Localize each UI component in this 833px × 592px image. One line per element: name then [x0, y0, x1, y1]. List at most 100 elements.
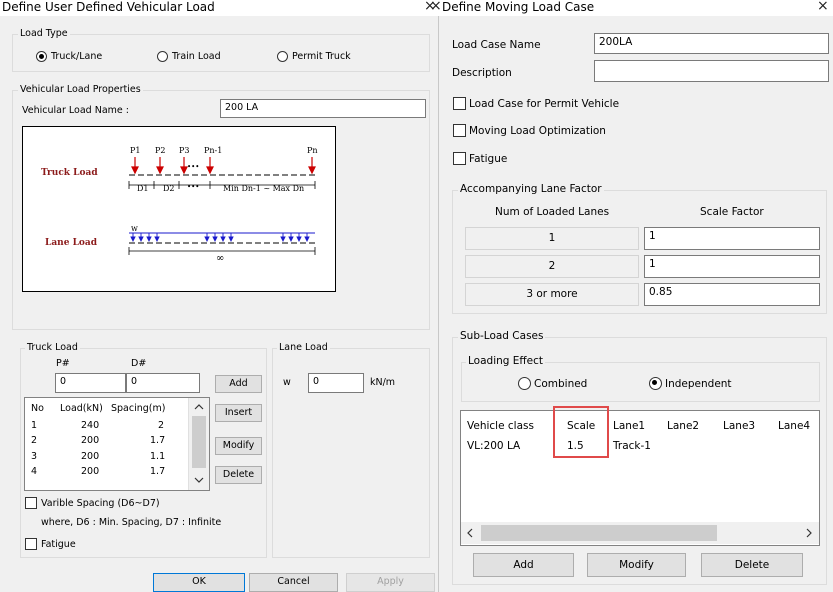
loading-effect-label: Loading Effect: [466, 355, 545, 367]
lanes-cell: 2: [465, 255, 639, 278]
train-load-label: Train Load: [172, 51, 221, 62]
row-no: 3: [31, 451, 38, 462]
dialog-title: Define User Defined Vehicular Load: [2, 0, 215, 14]
w-label: w: [283, 377, 291, 388]
d-header: D#: [131, 358, 147, 369]
case-name-input[interactable]: 200LA: [594, 33, 829, 54]
dialog-title: Define Moving Load Case: [442, 0, 595, 14]
table-row[interactable]: 4 200 1.7: [25, 465, 195, 478]
properties-label: Vehicular Load Properties: [18, 84, 143, 96]
lane-factor-label: Accompanying Lane Factor: [458, 183, 604, 195]
add-button[interactable]: Add: [215, 375, 262, 393]
apply-button[interactable]: Apply: [346, 573, 435, 592]
insert-button[interactable]: Insert: [215, 404, 262, 422]
row-no: 1: [31, 420, 38, 431]
scale-factor-input[interactable]: 1: [644, 227, 820, 250]
loading-effect-group: [461, 362, 820, 402]
ok-button[interactable]: OK: [153, 573, 245, 592]
where-text: where, D6 : Min. Spacing, D7 : Infinite: [41, 517, 222, 528]
table-scrollbar[interactable]: [188, 398, 209, 490]
lane-load-diagram-label: Lane Load: [45, 238, 98, 248]
load-diagram-svg: P1 P2 P3 Pn-1 Pn ••• Truck Load D1 D2 ••…: [41, 146, 318, 264]
row-lane1: Track-1: [613, 440, 651, 452]
sub-add-button[interactable]: Add: [473, 553, 574, 577]
scroll-thumb[interactable]: [192, 416, 206, 468]
p3-label: P3: [179, 146, 189, 155]
row-spacing: 2: [158, 420, 165, 431]
vehicle-name-label: Vehicular Load Name :: [22, 105, 129, 116]
d-input[interactable]: 0: [126, 373, 200, 393]
optimization-checkbox[interactable]: [453, 124, 466, 137]
cancel-button[interactable]: Cancel: [249, 573, 338, 592]
row-load: 200: [81, 435, 100, 446]
scale-factor-input[interactable]: 0.85: [644, 283, 820, 306]
load-diagram: P1 P2 P3 Pn-1 Pn ••• Truck Load D1 D2 ••…: [22, 126, 336, 292]
row-vehicle-class: VL:200 LA: [467, 440, 521, 452]
scale-highlight-box: [553, 406, 609, 458]
independent-radio[interactable]: [649, 377, 662, 390]
table-row[interactable]: 1 240 2: [25, 419, 195, 432]
scroll-up-icon[interactable]: [194, 404, 204, 410]
d1-label: D1: [137, 184, 149, 193]
lane-unit: kN/m: [370, 377, 396, 388]
w-diagram-label: w: [131, 224, 138, 233]
case-name-label: Load Case Name: [452, 39, 541, 51]
sub-delete-button[interactable]: Delete: [701, 553, 803, 577]
row-no: 2: [31, 435, 38, 446]
hscroll-thumb[interactable]: [481, 525, 717, 541]
col-lane1: Lane1: [613, 420, 646, 432]
row-load: 200: [81, 466, 100, 477]
scroll-down-icon[interactable]: [194, 477, 204, 483]
horizontal-scrollbar[interactable]: [461, 522, 819, 544]
combined-radio[interactable]: [518, 377, 531, 390]
row-spacing: 1.7: [150, 466, 166, 477]
independent-label: Independent: [665, 378, 732, 390]
vehicular-load-dialog: Define User Defined Vehicular Load × Loa…: [0, 0, 438, 592]
close-icon[interactable]: ×: [430, 0, 442, 14]
variable-spacing-checkbox[interactable]: [25, 497, 37, 509]
title-bar: Define User Defined Vehicular Load ×: [0, 0, 438, 16]
table-row[interactable]: 2 200 1.7: [25, 434, 195, 447]
lane-load-label: Lane Load: [277, 342, 330, 354]
table-header: No Load(kN) Spacing(m): [25, 402, 195, 415]
p1-label: P1: [130, 146, 140, 155]
p2-label: P2: [155, 146, 165, 155]
table-row[interactable]: 3 200 1.1: [25, 450, 195, 463]
close-icon[interactable]: ×: [817, 0, 829, 14]
infinity-label: ∞: [216, 253, 224, 264]
train-load-radio[interactable]: [157, 51, 168, 62]
truck-load-diagram-label: Truck Load: [41, 168, 98, 178]
col-vehicle-class: Vehicle class: [467, 420, 534, 432]
dn-label: Min Dn-1 ~ Max Dn: [223, 184, 304, 193]
pn-label: Pn: [307, 146, 318, 155]
description-input[interactable]: [594, 60, 829, 82]
row-spacing: 1.7: [150, 435, 166, 446]
permit-truck-radio[interactable]: [277, 51, 288, 62]
delete-button[interactable]: Delete: [215, 466, 262, 484]
col-lane2: Lane2: [667, 420, 700, 432]
truck-fatigue-label: Fatigue: [41, 539, 76, 550]
sub-modify-button[interactable]: Modify: [587, 553, 686, 577]
dots-top: •••: [187, 163, 199, 171]
row-load: 200: [81, 451, 100, 462]
fatigue-checkbox[interactable]: [453, 152, 466, 165]
lanes-cell: 3 or more: [465, 283, 639, 306]
hscroll-graphics: [467, 525, 812, 541]
sub-load-label: Sub-Load Cases: [458, 330, 546, 342]
permit-vehicle-checkbox[interactable]: [453, 97, 466, 110]
scrollbar-graphics: [192, 404, 206, 483]
scroll-left-icon[interactable]: [467, 528, 473, 538]
truck-fatigue-checkbox[interactable]: [25, 538, 37, 550]
scale-factor-header: Scale Factor: [700, 206, 764, 218]
scale-factor-input[interactable]: 1: [644, 255, 820, 278]
vehicle-name-input[interactable]: 200 LA: [220, 99, 426, 118]
dots-bottom: •••: [187, 183, 199, 191]
col-lane4: Lane4: [778, 420, 811, 432]
scroll-right-icon[interactable]: [806, 528, 812, 538]
permit-truck-label: Permit Truck: [292, 51, 351, 62]
p-input[interactable]: 0: [55, 373, 126, 393]
truck-lane-radio[interactable]: [36, 51, 47, 62]
row-spacing: 1.1: [150, 451, 166, 462]
lane-load-input[interactable]: 0: [308, 373, 364, 393]
modify-button[interactable]: Modify: [215, 437, 262, 455]
